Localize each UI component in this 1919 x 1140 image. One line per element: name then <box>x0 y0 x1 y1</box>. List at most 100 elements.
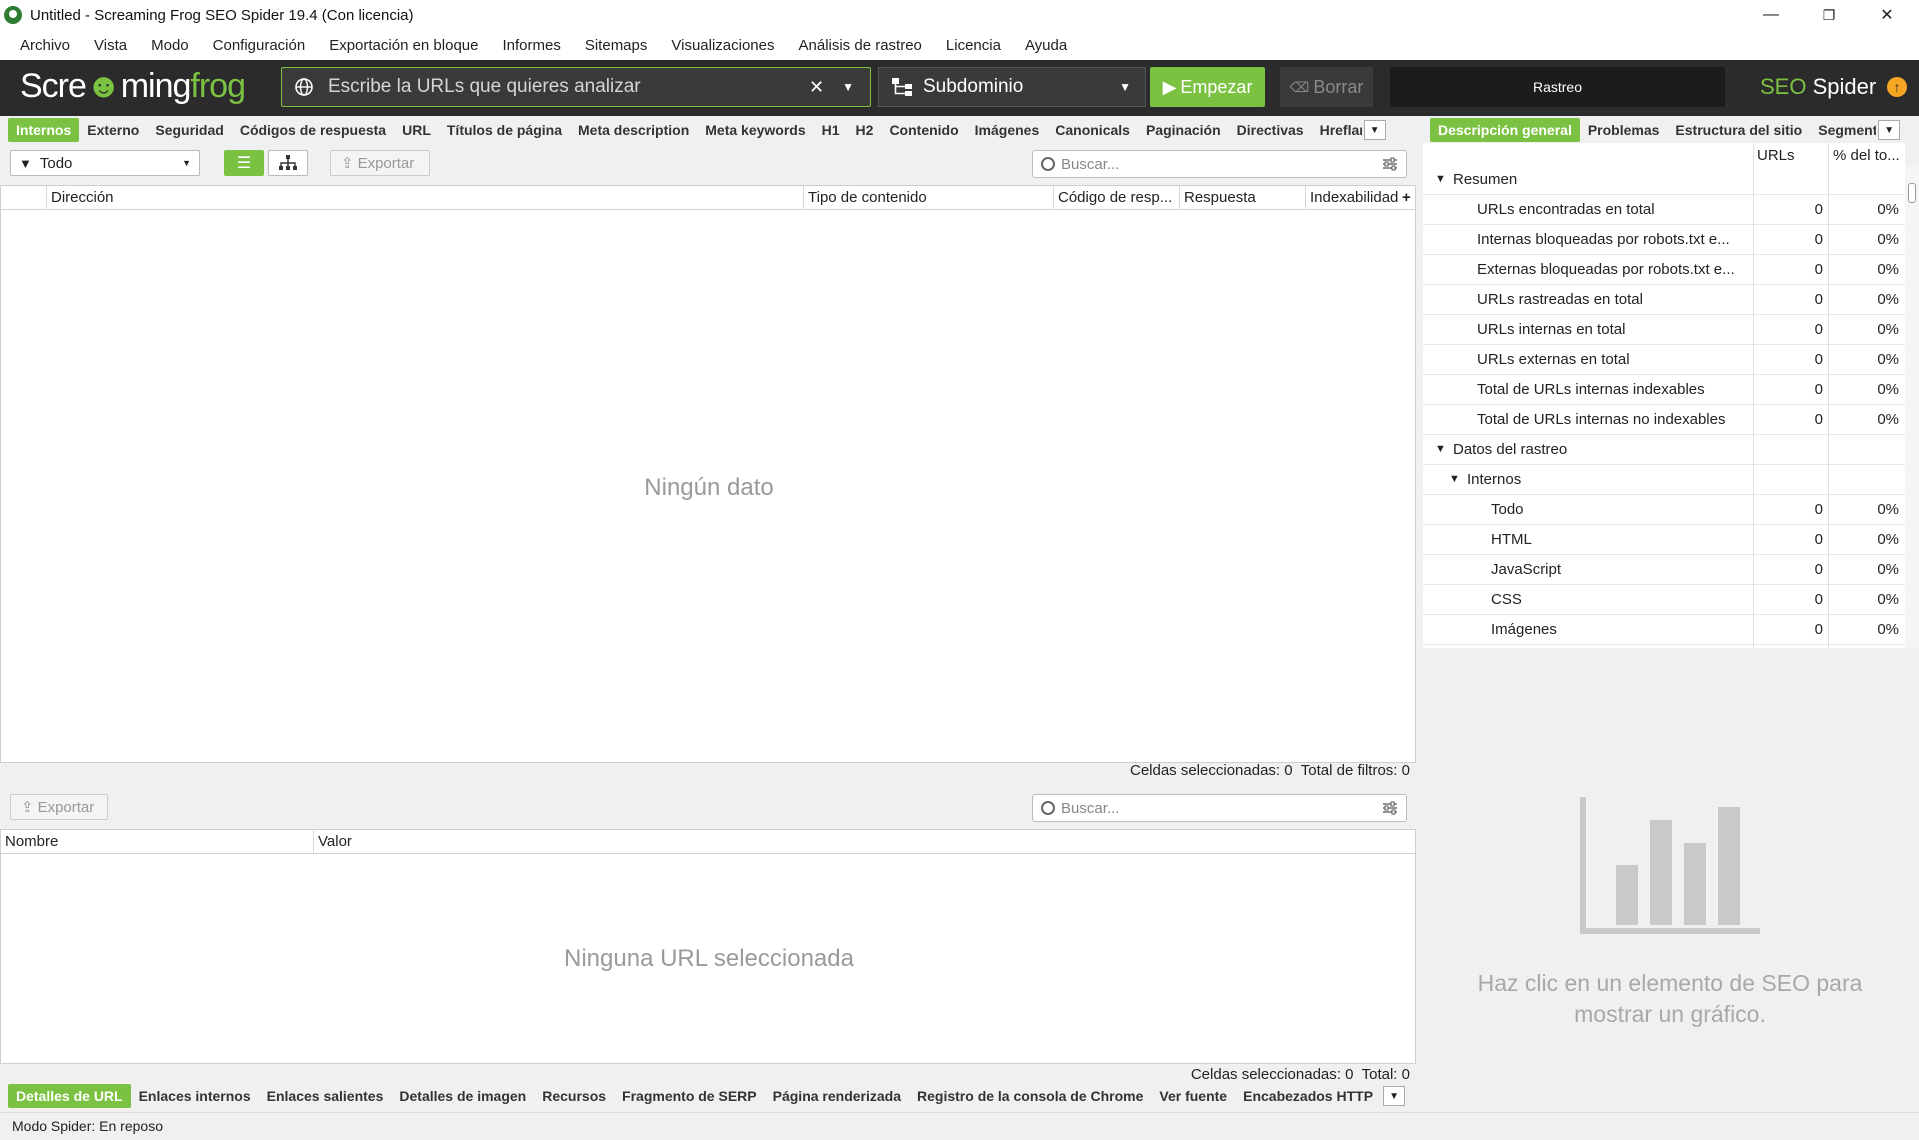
overview-row-label: HTML <box>1491 531 1532 548</box>
tab-seguridad[interactable]: Seguridad <box>147 118 231 142</box>
lower-export-button[interactable]: ⇪ Exportar <box>10 794 108 820</box>
overview-row[interactable]: Imágenes 0 0% <box>1423 615 1905 645</box>
lower-search-input[interactable]: Buscar... <box>1032 794 1407 822</box>
overview-row[interactable]: HTML 0 0% <box>1423 525 1905 555</box>
tab-paginacion[interactable]: Paginación <box>1138 118 1229 142</box>
menu-informes[interactable]: Informes <box>490 37 572 54</box>
tree-view-button[interactable] <box>268 150 308 176</box>
menu-exportacion-en-bloque[interactable]: Exportación en bloque <box>317 37 490 54</box>
overview-group-row[interactable]: ▼ Resumen <box>1423 165 1905 195</box>
start-button[interactable]: ▶ Empezar <box>1150 67 1265 107</box>
tab-registro-consola-chrome[interactable]: Registro de la consola de Chrome <box>909 1084 1151 1108</box>
url-history-dropdown-icon[interactable]: ▼ <box>842 80 854 94</box>
overview-row-pct: 0% <box>1877 261 1899 278</box>
overview-row[interactable]: Todo 0 0% <box>1423 495 1905 525</box>
tab-h1[interactable]: H1 <box>814 118 848 142</box>
tab-detalles-de-imagen[interactable]: Detalles de imagen <box>391 1084 534 1108</box>
search-options-icon[interactable] <box>1382 801 1398 815</box>
overview-row[interactable]: JavaScript 0 0% <box>1423 555 1905 585</box>
main-table: Dirección Tipo de contenido Código de re… <box>0 185 1416 763</box>
right-tabs-overflow-icon[interactable]: ▼ <box>1878 120 1901 140</box>
col-respuesta[interactable]: Respuesta <box>1180 185 1306 210</box>
overview-row[interactable]: URLs encontradas en total 0 0% <box>1423 195 1905 225</box>
overview-row[interactable]: CSS 0 0% <box>1423 585 1905 615</box>
overview-row[interactable]: Internas bloqueadas por robots.txt e... 0… <box>1423 225 1905 255</box>
overview-row[interactable]: URLs rastreadas en total 0 0% <box>1423 285 1905 315</box>
chevron-down-icon: ▼ <box>1119 80 1131 94</box>
col-codigo-de-respuesta[interactable]: Código de resp... <box>1054 185 1180 210</box>
update-icon[interactable]: ↑ <box>1887 77 1907 97</box>
tabs-overflow-icon[interactable]: ▼ <box>1363 120 1386 140</box>
close-button[interactable]: ✕ <box>1858 0 1916 30</box>
add-column-icon[interactable]: + <box>1398 186 1414 210</box>
col-tipo-de-contenido[interactable]: Tipo de contenido <box>804 185 1054 210</box>
tab-segmentos[interactable]: Segmentos <box>1810 118 1876 142</box>
tab-meta-description[interactable]: Meta description <box>570 118 697 142</box>
tab-problemas[interactable]: Problemas <box>1580 118 1668 142</box>
filter-select[interactable]: ▼ Todo ▼ <box>10 150 200 176</box>
bottom-tabs-overflow-icon[interactable]: ▼ <box>1383 1086 1406 1106</box>
export-button[interactable]: ⇪ Exportar <box>330 150 430 176</box>
tab-meta-keywords[interactable]: Meta keywords <box>697 118 813 142</box>
tab-h2[interactable]: H2 <box>848 118 882 142</box>
overview-row[interactable]: Total de URLs internas indexables 0 0% <box>1423 375 1905 405</box>
tab-pagina-renderizada[interactable]: Página renderizada <box>765 1084 909 1108</box>
col-indexabilidad[interactable]: Indexabilidad <box>1306 186 1398 210</box>
maximize-button[interactable]: ❐ <box>1800 0 1858 30</box>
minimize-button[interactable]: — <box>1742 0 1800 30</box>
tab-estructura-del-sitio[interactable]: Estructura del sitio <box>1667 118 1810 142</box>
tab-externo[interactable]: Externo <box>79 118 147 142</box>
search-options-icon[interactable] <box>1382 157 1398 171</box>
tab-imagenes[interactable]: Imágenes <box>967 118 1048 142</box>
expand-triangle-icon[interactable]: ▼ <box>1435 173 1446 185</box>
col-valor[interactable]: Valor <box>314 830 1414 854</box>
overview-group-row[interactable]: ▼ Datos del rastreo <box>1423 435 1905 465</box>
overview-row-label: Datos del rastreo <box>1453 441 1568 458</box>
menu-archivo[interactable]: Archivo <box>8 37 82 54</box>
list-view-button[interactable]: ☰ <box>224 150 264 176</box>
menu-licencia[interactable]: Licencia <box>934 37 1013 54</box>
menu-analisis-de-rastreo[interactable]: Análisis de rastreo <box>787 37 934 54</box>
col-direccion[interactable]: Dirección <box>47 185 804 210</box>
menu-modo[interactable]: Modo <box>139 37 201 54</box>
clear-button[interactable]: ⌫ Borrar <box>1280 67 1373 107</box>
expand-triangle-icon[interactable]: ▼ <box>1435 443 1446 455</box>
tab-titulos-de-pagina[interactable]: Títulos de página <box>439 118 570 142</box>
tab-encabezados-http[interactable]: Encabezados HTTP <box>1235 1084 1381 1108</box>
menu-sitemaps[interactable]: Sitemaps <box>573 37 660 54</box>
overview-row[interactable]: Total de URLs internas no indexables 0 0% <box>1423 405 1905 435</box>
tab-internos[interactable]: Internos <box>8 118 80 142</box>
clear-url-icon[interactable]: ✕ <box>809 77 824 98</box>
tab-descripcion-general[interactable]: Descripción general <box>1430 118 1580 142</box>
tab-canonicals[interactable]: Canonicals <box>1047 118 1138 142</box>
overview-row[interactable]: URLs internas en total 0 0% <box>1423 315 1905 345</box>
menu-vista[interactable]: Vista <box>82 37 139 54</box>
menu-visualizaciones[interactable]: Visualizaciones <box>659 37 786 54</box>
tab-enlaces-salientes[interactable]: Enlaces salientes <box>259 1084 392 1108</box>
tab-hreflang[interactable]: Hreflang <box>1312 118 1362 142</box>
tab-url[interactable]: URL <box>394 118 439 142</box>
menu-ayuda[interactable]: Ayuda <box>1013 37 1079 54</box>
menu-configuracion[interactable]: Configuración <box>201 37 318 54</box>
tab-contenido[interactable]: Contenido <box>881 118 966 142</box>
tab-recursos[interactable]: Recursos <box>534 1084 614 1108</box>
overview-group-row[interactable]: ▼ Internos <box>1423 465 1905 495</box>
tab-detalles-de-url[interactable]: Detalles de URL <box>8 1084 131 1108</box>
tab-codigos-de-respuesta[interactable]: Códigos de respuesta <box>232 118 394 142</box>
crawl-mode-select[interactable]: Subdominio ▼ <box>878 67 1146 107</box>
url-input[interactable]: Escribe la URLs que quieres analizar ✕ ▼ <box>281 67 871 107</box>
tab-fragmento-de-serp[interactable]: Fragmento de SERP <box>614 1084 765 1108</box>
tab-enlaces-internos[interactable]: Enlaces internos <box>131 1084 259 1108</box>
overview-row-label: Internas bloqueadas por robots.txt e... <box>1477 231 1730 248</box>
search-input[interactable]: Buscar... <box>1032 150 1407 178</box>
expand-triangle-icon[interactable]: ▼ <box>1449 473 1460 485</box>
col-nombre[interactable]: Nombre <box>1 829 314 854</box>
scrollbar-thumb[interactable] <box>1908 183 1916 203</box>
overview-row-label: Externas bloqueadas por robots.txt e... <box>1477 261 1735 278</box>
overview-scrollbar[interactable] <box>1905 165 1919 648</box>
tab-directivas[interactable]: Directivas <box>1229 118 1312 142</box>
overview-row[interactable]: Externas bloqueadas por robots.txt e... 0… <box>1423 255 1905 285</box>
overview-row[interactable]: URLs externas en total 0 0% <box>1423 345 1905 375</box>
tab-ver-fuente[interactable]: Ver fuente <box>1151 1084 1235 1108</box>
lower-table-status: Celdas seleccionadas: 0 Total: 0 <box>1191 1066 1410 1083</box>
